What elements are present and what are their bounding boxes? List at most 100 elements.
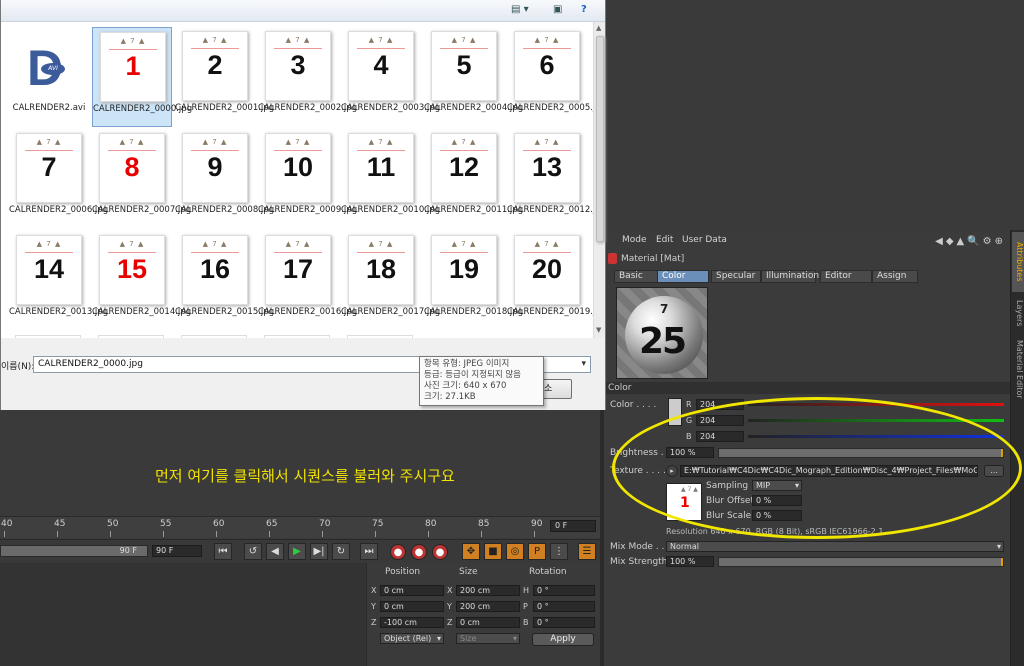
file-item-jpg[interactable]: ▲ 7 ▲ 15 CALRENDER2_0014.jpg	[92, 231, 191, 331]
navigation-tools-icon[interactable]: ◀◆▲🔍⚙⊕	[935, 236, 1006, 247]
file-item-jpg[interactable]: ▲ 7 ▲ 3 CALRENDER2_0002.jpg	[258, 27, 357, 127]
rotate-tool-icon[interactable]: ◎	[506, 543, 524, 560]
tick-label: 45	[54, 519, 66, 529]
file-item-jpg[interactable]: ▲ 7 ▲ 1 CALRENDER2_0000.jpg	[92, 27, 192, 127]
file-item-jpg[interactable]: ▲ 7 ▲ 14 CALRENDER2_0013.jpg	[9, 231, 108, 331]
file-item-jpg[interactable]: ▲ 7 ▲ 5 CALRENDER2_0004.jpg	[424, 27, 523, 127]
size-x-field[interactable]: 200 cm	[456, 585, 520, 596]
scale-tool-icon[interactable]: ■	[484, 543, 502, 560]
pos-x-field[interactable]: 0 cm	[380, 585, 444, 596]
file-item-jpg[interactable]: ▲ 7 ▲ 8 CALRENDER2_0007.jpg	[92, 129, 192, 229]
file-item-jpg[interactable]: ▲ 7 ▲ 11 CALRENDER2_0010.jpg	[341, 129, 440, 229]
file-item-jpg[interactable]: ▲ 7 ▲ 2 CALRENDER2_0001.jpg	[175, 27, 274, 127]
thumb-header: ▲ 7 ▲	[368, 240, 394, 248]
coordinate-mode-dropdown[interactable]: Object (Rel)	[380, 633, 444, 644]
material-title: Material [Mat]	[608, 253, 684, 264]
go-to-start-icon[interactable]: ⏮	[214, 543, 232, 560]
scroll-up-icon[interactable]: ▲	[596, 24, 601, 32]
rot-p-field[interactable]: 0 °	[533, 601, 595, 612]
file-item-jpg[interactable]: ▲ 7 ▲ 20 CALRENDER2_0019.jpg	[507, 231, 593, 331]
file-item-jpg[interactable]: ▲ 7 ▲ 7 CALRENDER2_0006.jpg	[9, 129, 108, 229]
prev-key-icon[interactable]: ↺	[244, 543, 262, 560]
thumb-divider	[274, 252, 322, 253]
mix-strength-slider[interactable]	[718, 557, 1004, 567]
tab-editor[interactable]: Editor	[820, 270, 872, 283]
timeline-ruler[interactable]: 40 45 50 55 60 65 70 75 80 85 90	[0, 516, 600, 538]
tab-color[interactable]: Color	[657, 270, 709, 283]
current-frame-field[interactable]: 0 F	[550, 520, 596, 532]
file-item-jpg[interactable]: ▲ 7 ▲ 13 CALRENDER2_0012.jpg	[507, 129, 593, 229]
file-grid-scrollbar[interactable]: ▲ ▼	[593, 22, 605, 338]
view-menu-icon[interactable]: ▤ ▾	[511, 4, 529, 15]
calendar-thumbnail: ▲ 7 ▲ 8	[99, 133, 165, 203]
menu-edit[interactable]: Edit	[656, 235, 673, 245]
tab-specular[interactable]: Specular	[711, 270, 761, 283]
position-header: Position	[385, 567, 421, 577]
thumb-header: ▲ 7 ▲	[451, 138, 477, 146]
param-tool-icon[interactable]: P	[528, 543, 546, 560]
move-tool-icon[interactable]: ✥	[462, 543, 480, 560]
scrollbar-thumb[interactable]	[596, 36, 604, 242]
thumb-header: ▲ 7 ▲	[285, 138, 311, 146]
thumb-divider	[191, 252, 239, 253]
menu-mode[interactable]: Mode	[622, 235, 647, 245]
scroll-down-icon[interactable]: ▼	[596, 326, 601, 334]
file-item-jpg[interactable]: ▲ 7 ▲ 12 CALRENDER2_0011.jpg	[424, 129, 523, 229]
file-item-jpg[interactable]: ▲ 7 ▲ 19 CALRENDER2_0018.jpg	[424, 231, 523, 331]
thumb-header: ▲ 7 ▲	[534, 138, 560, 146]
material-preview[interactable]: 7 25	[616, 287, 708, 379]
thumb-day-number: 15	[116, 254, 148, 284]
side-tab-attributes[interactable]: Attributes	[1012, 232, 1024, 292]
file-item-jpg[interactable]: ▲ 7 ▲ 18 CALRENDER2_0017.jpg	[341, 231, 440, 331]
frame-range-slider[interactable]: 90 F	[0, 545, 148, 557]
thumb-divider	[440, 150, 488, 151]
size-mode-dropdown[interactable]: Size	[456, 633, 520, 644]
autokey-icon[interactable]: ●	[411, 544, 427, 560]
mix-strength-field[interactable]: 100 %	[666, 556, 714, 567]
pla-icon[interactable]: ⋮	[550, 543, 568, 560]
file-name: CALRENDER2_0007.jpg	[92, 205, 192, 215]
record-icon[interactable]: ●	[390, 544, 406, 560]
pos-z-field[interactable]: -100 cm	[380, 617, 444, 628]
size-z-field[interactable]: 0 cm	[456, 617, 520, 628]
tab-assign[interactable]: Assign	[872, 270, 918, 283]
file-item-avi[interactable]: DAVI CALRENDER2.avi	[9, 27, 89, 127]
preview-pane-icon[interactable]: ▣	[553, 4, 562, 15]
section-color-header: Color	[604, 382, 1010, 394]
file-item-jpg[interactable]: ▲ 7 ▲ 6 CALRENDER2_0005.jpg	[507, 27, 593, 127]
tab-basic[interactable]: Basic	[614, 270, 660, 283]
file-item-jpg[interactable]: ▲ 7 ▲ 10 CALRENDER2_0009.jpg	[258, 129, 357, 229]
play-icon[interactable]: ▶	[288, 543, 306, 560]
rot-b-field[interactable]: 0 °	[533, 617, 595, 628]
thumb-day-number: 20	[531, 254, 563, 284]
keyframe-selection-icon[interactable]: ●	[432, 544, 448, 560]
thumb-divider	[25, 252, 73, 253]
side-tab-layers[interactable]: Layers	[1012, 296, 1024, 330]
menu-user-data[interactable]: User Data	[682, 235, 727, 245]
tick-mark	[322, 531, 323, 537]
thumb-day-number: 9	[207, 152, 223, 182]
thumb-header: ▲ 7 ▲	[119, 240, 145, 248]
size-y-field[interactable]: 200 cm	[456, 601, 520, 612]
mix-mode-dropdown[interactable]: Normal	[666, 541, 1004, 552]
avi-logo-badge: AVI	[41, 63, 65, 75]
thumb-day-number: 10	[282, 152, 314, 182]
rot-h-field[interactable]: 0 °	[533, 585, 595, 596]
file-item-jpg[interactable]: ▲ 7 ▲ 9 CALRENDER2_0008.jpg	[175, 129, 274, 229]
tab-illumination[interactable]: Illumination	[761, 270, 819, 283]
prev-frame-icon[interactable]: ◀	[266, 543, 284, 560]
file-item-jpg[interactable]: ▲ 7 ▲ 16 CALRENDER2_0015.jpg	[175, 231, 274, 331]
apply-button[interactable]: Apply	[532, 633, 594, 646]
preview-day-number: 25	[639, 321, 687, 362]
side-tab-material-editor[interactable]: Material Editor	[1012, 334, 1024, 404]
go-to-end-icon[interactable]: ⏭	[360, 543, 378, 560]
next-frame-icon[interactable]: ▶|	[310, 543, 328, 560]
pos-y-field[interactable]: 0 cm	[380, 601, 444, 612]
thumb-day-number: 3	[290, 50, 306, 80]
file-item-jpg[interactable]: ▲ 7 ▲ 17 CALRENDER2_0016.jpg	[258, 231, 357, 331]
file-item-jpg[interactable]: ▲ 7 ▲ 4 CALRENDER2_0003.jpg	[341, 27, 440, 127]
next-key-icon[interactable]: ↻	[332, 543, 350, 560]
frame-range-end-field[interactable]: 90 F	[152, 545, 202, 557]
timeline-menu-icon[interactable]: ☰	[578, 543, 596, 560]
help-icon[interactable]: ?	[581, 4, 587, 15]
